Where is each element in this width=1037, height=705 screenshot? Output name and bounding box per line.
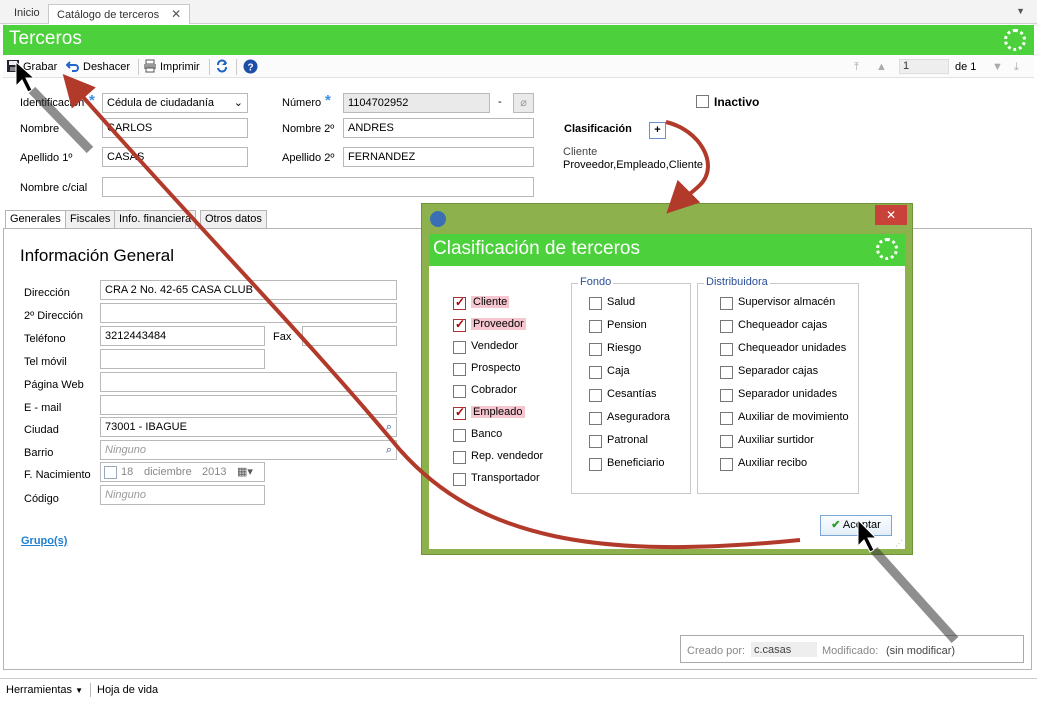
annotation-overlay	[15, 60, 959, 644]
annotation-arrow	[62, 73, 801, 550]
mouse-cursor-icon	[857, 518, 959, 644]
mouse-cursor-icon	[15, 60, 94, 154]
annotation-arrow	[665, 120, 710, 214]
